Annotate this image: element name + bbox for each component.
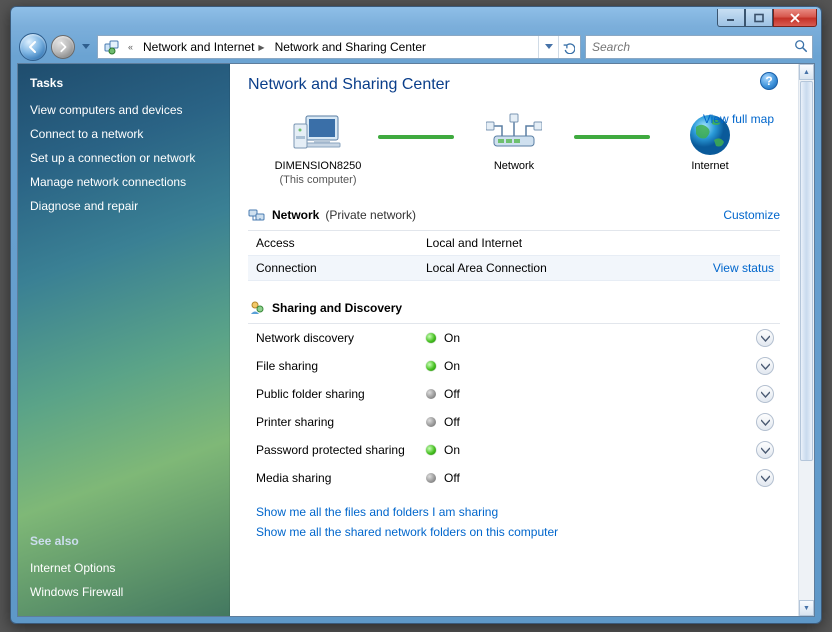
search-icon[interactable]	[794, 39, 808, 56]
sidebar-item-connect-network[interactable]: Connect to a network	[30, 122, 218, 146]
sharing-icon	[248, 299, 266, 317]
close-button[interactable]	[773, 9, 817, 27]
network-map: DIMENSION8250 (This computer)	[248, 110, 780, 186]
network-hub-icon	[486, 110, 542, 158]
status-dot-icon	[426, 417, 436, 427]
computer-icon	[290, 110, 346, 158]
disc-row-public-folder: Public folder sharing Off	[248, 380, 780, 408]
map-node-label: Internet	[691, 160, 728, 172]
back-button[interactable]	[19, 33, 47, 61]
address-bar[interactable]: « Network and Internet ▶ Network and Sha…	[97, 35, 581, 59]
network-section: Network (Private network) Customize Acce…	[248, 200, 780, 281]
disc-label: File sharing	[256, 359, 426, 373]
access-value: Local and Internet	[426, 236, 780, 250]
connection-value: Local Area Connection	[426, 261, 713, 275]
sidebar-seealso-title: See also	[30, 534, 218, 548]
sharing-section-title: Sharing and Discovery	[272, 301, 402, 315]
breadcrumb-root[interactable]: «	[124, 36, 139, 58]
link-show-my-shared-files[interactable]: Show me all the files and folders I am s…	[248, 502, 780, 522]
disc-row-media-sharing: Media sharing Off	[248, 464, 780, 492]
sidebar-item-diagnose-repair[interactable]: Diagnose and repair	[30, 194, 218, 218]
disc-row-network-discovery: Network discovery On	[248, 324, 780, 352]
view-status-link[interactable]: View status	[713, 261, 780, 275]
disc-state: Off	[444, 471, 756, 485]
expand-button[interactable]	[756, 413, 774, 431]
disc-row-printer-sharing: Printer sharing Off	[248, 408, 780, 436]
expand-button[interactable]	[756, 469, 774, 487]
sidebar-item-internet-options[interactable]: Internet Options	[30, 556, 218, 580]
map-node-label: Network	[494, 160, 534, 172]
disc-row-file-sharing: File sharing On	[248, 352, 780, 380]
explorer-window: « Network and Internet ▶ Network and Sha…	[10, 6, 822, 624]
disc-state: Off	[444, 415, 756, 429]
address-dropdown-button[interactable]	[538, 36, 558, 58]
disc-state: On	[444, 331, 756, 345]
sidebar-item-setup-connection[interactable]: Set up a connection or network	[30, 146, 218, 170]
client-area: Tasks View computers and devices Connect…	[17, 63, 815, 617]
status-dot-icon	[426, 445, 436, 455]
disc-label: Password protected sharing	[256, 443, 426, 457]
expand-button[interactable]	[756, 385, 774, 403]
breadcrumb-label: Network and Sharing Center	[275, 40, 426, 54]
view-full-map-link[interactable]: View full map	[703, 112, 774, 126]
sidebar-item-view-computers[interactable]: View computers and devices	[30, 98, 218, 122]
network-section-title: Network	[272, 208, 319, 222]
titlebar	[11, 7, 821, 29]
disc-label: Network discovery	[256, 331, 426, 345]
content-pane: ? Network and Sharing Center View full m…	[230, 64, 814, 616]
location-icon	[103, 38, 121, 56]
status-dot-icon	[426, 333, 436, 343]
expand-button[interactable]	[756, 441, 774, 459]
status-dot-icon	[426, 473, 436, 483]
sidebar-item-manage-connections[interactable]: Manage network connections	[30, 170, 218, 194]
search-box[interactable]	[585, 35, 813, 59]
nav-toolbar: « Network and Internet ▶ Network and Sha…	[17, 31, 815, 63]
disc-state: On	[444, 359, 756, 373]
connection-label: Connection	[256, 261, 426, 275]
scroll-up-button[interactable]: ▲	[799, 64, 814, 80]
disc-label: Media sharing	[256, 471, 426, 485]
access-label: Access	[256, 236, 426, 250]
scroll-track[interactable]	[799, 462, 814, 600]
refresh-button[interactable]	[558, 36, 578, 58]
scroll-thumb[interactable]	[800, 81, 813, 461]
map-connection	[378, 135, 454, 139]
breadcrumb-label: Network and Internet	[143, 40, 254, 54]
forward-button[interactable]	[51, 35, 75, 59]
map-connection	[574, 135, 650, 139]
scroll-down-button[interactable]: ▼	[799, 600, 814, 616]
expand-button[interactable]	[756, 357, 774, 375]
disc-state: Off	[444, 387, 756, 401]
maximize-button[interactable]	[745, 9, 773, 27]
page-title: Network and Sharing Center	[248, 76, 780, 94]
task-sidebar: Tasks View computers and devices Connect…	[18, 64, 230, 616]
minimize-button[interactable]	[717, 9, 745, 27]
customize-link[interactable]: Customize	[723, 208, 780, 222]
expand-button[interactable]	[756, 329, 774, 347]
network-icon	[248, 206, 266, 224]
disc-label: Printer sharing	[256, 415, 426, 429]
search-input[interactable]	[590, 39, 794, 55]
link-show-shared-folders[interactable]: Show me all the shared network folders o…	[248, 522, 780, 542]
disc-row-password-protected: Password protected sharing On	[248, 436, 780, 464]
map-node-this-pc[interactable]: DIMENSION8250 (This computer)	[258, 110, 378, 186]
nav-history-dropdown[interactable]	[79, 37, 93, 57]
sidebar-item-windows-firewall[interactable]: Windows Firewall	[30, 580, 218, 604]
sharing-discovery-section: Sharing and Discovery Network discovery …	[248, 293, 780, 492]
disc-label: Public folder sharing	[256, 387, 426, 401]
disc-state: On	[444, 443, 756, 457]
chevron-right-icon: ▶	[258, 43, 264, 52]
vertical-scrollbar[interactable]: ▲ ▼	[798, 64, 814, 616]
help-button[interactable]: ?	[760, 72, 778, 90]
map-node-label: DIMENSION8250	[275, 160, 362, 172]
status-dot-icon	[426, 361, 436, 371]
sidebar-tasks-title: Tasks	[30, 76, 218, 90]
breadcrumb-seg-sharing-center[interactable]: Network and Sharing Center	[271, 36, 432, 58]
breadcrumb-seg-network-internet[interactable]: Network and Internet ▶	[139, 36, 271, 58]
map-node-network[interactable]: Network	[454, 110, 574, 186]
map-node-sublabel: (This computer)	[279, 174, 356, 186]
network-type-label: (Private network)	[325, 208, 416, 222]
status-dot-icon	[426, 389, 436, 399]
